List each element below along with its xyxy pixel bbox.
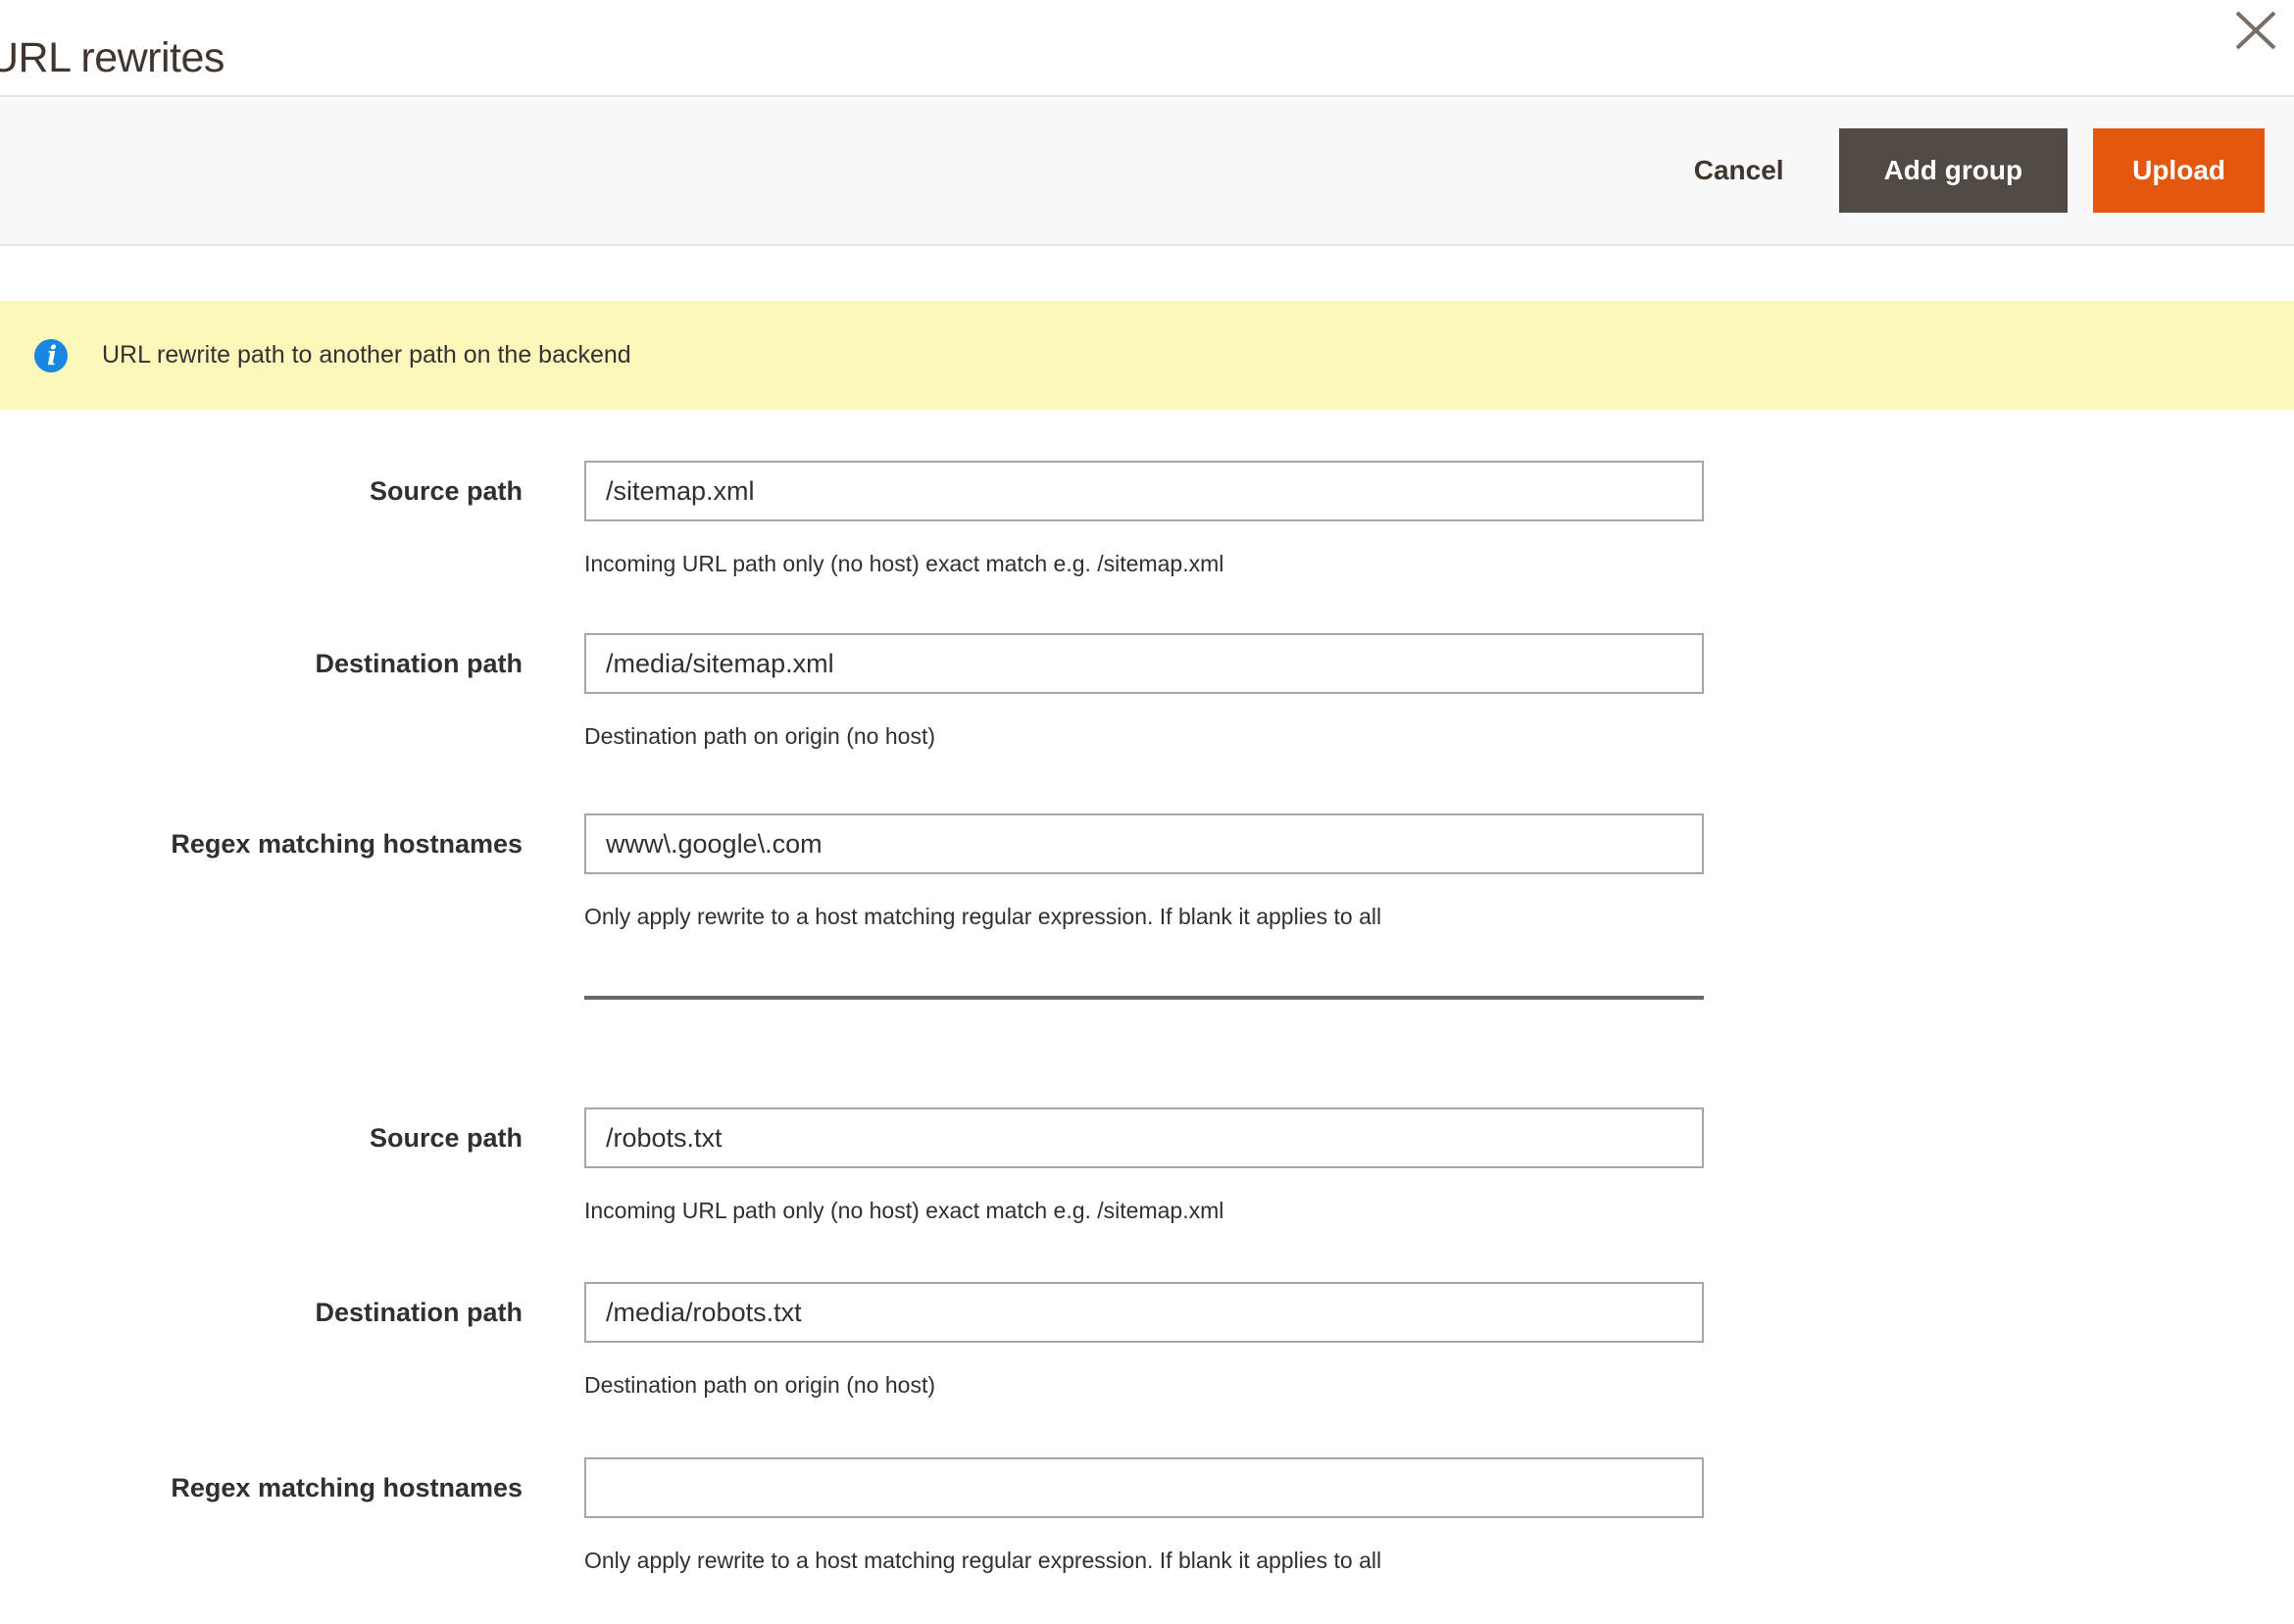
destination-path-label: Destination path	[315, 1297, 523, 1327]
field-row-source-path-1: Source path Incoming URL path only (no h…	[0, 461, 2294, 627]
url-rewrites-modal: { "header": { "title": "URL rewrites" },…	[0, 0, 2294, 1601]
regex-hostnames-hint: Only apply rewrite to a host matching re…	[584, 1548, 1382, 1573]
destination-path-input[interactable]	[584, 1282, 1704, 1343]
source-path-hint: Incoming URL path only (no host) exact m…	[584, 1198, 1224, 1223]
add-group-button[interactable]: Add group	[1838, 128, 2069, 213]
regex-hostnames-input[interactable]	[584, 813, 1704, 874]
close-icon	[2235, 11, 2276, 50]
group-divider	[584, 996, 1704, 1000]
regex-hostnames-hint: Only apply rewrite to a host matching re…	[584, 904, 1382, 929]
source-path-input[interactable]	[584, 461, 1704, 521]
source-path-label: Source path	[369, 475, 523, 506]
source-path-label: Source path	[369, 1122, 523, 1153]
info-banner: i URL rewrite path to another path on th…	[0, 301, 2294, 410]
svg-text:i: i	[47, 341, 57, 371]
page-title: URL rewrites	[0, 33, 224, 81]
destination-path-input[interactable]	[584, 633, 1704, 694]
regex-hostnames-label: Regex matching hostnames	[171, 828, 523, 859]
field-row-regex-hostnames-1: Regex matching hostnames Only apply rewr…	[0, 813, 2294, 980]
source-path-input[interactable]	[584, 1107, 1704, 1168]
field-row-destination-path-2: Destination path Destination path on ori…	[0, 1282, 2294, 1449]
regex-hostnames-label: Regex matching hostnames	[171, 1472, 523, 1502]
close-button[interactable]	[2231, 8, 2280, 53]
field-row-source-path-2: Source path Incoming URL path only (no h…	[0, 1107, 2294, 1274]
field-row-destination-path-1: Destination path Destination path on ori…	[0, 633, 2294, 800]
info-icon: i	[33, 338, 69, 373]
destination-path-label: Destination path	[315, 648, 523, 678]
regex-hostnames-input[interactable]	[584, 1457, 1704, 1518]
field-row-regex-hostnames-2: Regex matching hostnames Only apply rewr…	[0, 1457, 2294, 1624]
destination-path-hint: Destination path on origin (no host)	[584, 723, 935, 749]
source-path-hint: Incoming URL path only (no host) exact m…	[584, 551, 1224, 576]
cancel-button[interactable]: Cancel	[1684, 128, 1794, 213]
destination-path-hint: Destination path on origin (no host)	[584, 1372, 935, 1398]
info-banner-text: URL rewrite path to another path on the …	[102, 341, 631, 369]
modal-toolbar: Cancel Add group Upload	[0, 95, 2294, 246]
upload-button[interactable]: Upload	[2093, 128, 2265, 213]
